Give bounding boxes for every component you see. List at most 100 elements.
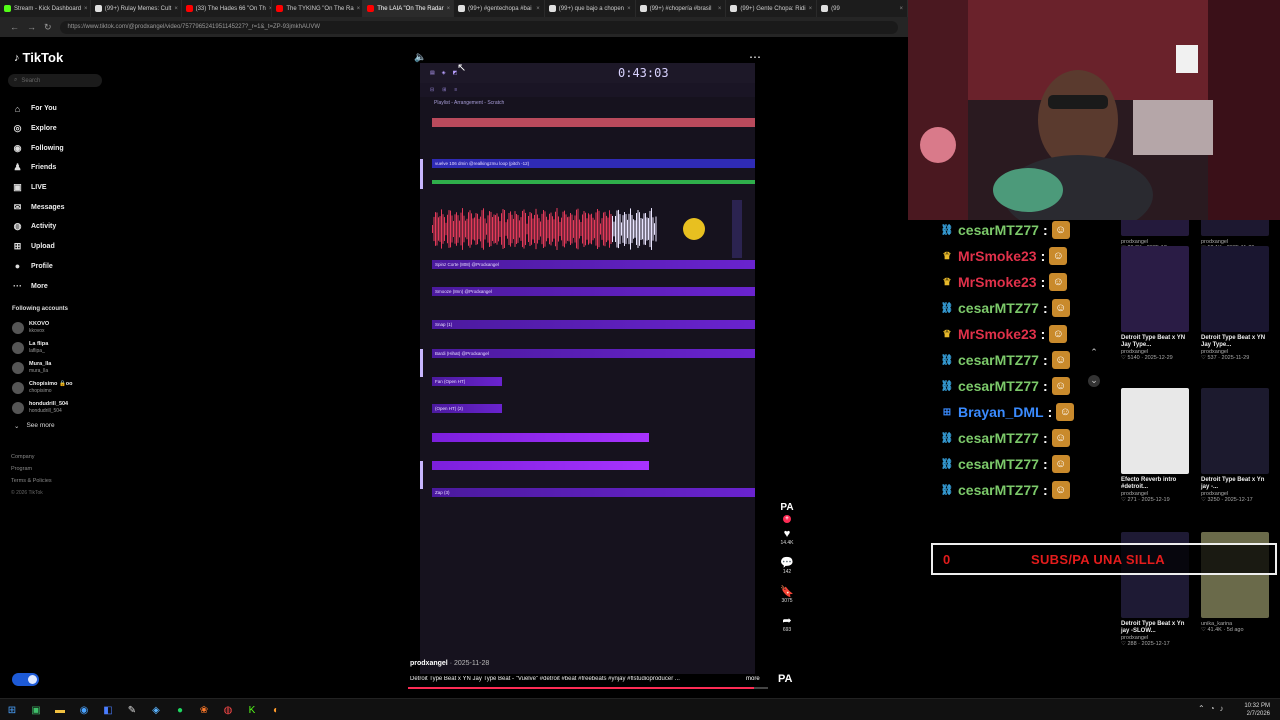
sidebar-item-friends[interactable]: ♟ Friends [12, 158, 64, 178]
following-account[interactable]: La flipa laflipa_ [12, 338, 73, 358]
tab-close-icon[interactable]: × [899, 6, 903, 12]
follow-plus-icon[interactable]: + [783, 515, 791, 523]
reload-icon[interactable]: ↻ [44, 22, 52, 33]
tab-close-icon[interactable]: × [627, 6, 631, 12]
video-thumbnail[interactable] [1201, 388, 1269, 474]
chat-username[interactable]: cesarMTZ77 [958, 300, 1039, 316]
chat-username[interactable]: Brayan_DML [958, 404, 1044, 420]
wifi-icon[interactable]: ◔ [1210, 704, 1215, 713]
windows-start-icon[interactable]: ⊞ [4, 702, 20, 718]
browser-tab[interactable]: The LAIA "On The Radar × [363, 0, 454, 17]
sidebar-item-upload[interactable]: ⊞ Upload [12, 237, 64, 257]
browser-tab[interactable]: (99+) Gente Chopa: Ridi × [726, 0, 818, 17]
video-progress-bar[interactable] [408, 687, 768, 689]
browser-tab[interactable]: The TYKING "On The Ra × [272, 0, 364, 17]
sidebar-item-profile[interactable]: ● Profile [12, 257, 64, 277]
video-thumbnail[interactable] [1121, 388, 1189, 474]
video-thumbnail[interactable] [1121, 220, 1189, 236]
creator-avatar[interactable]: PA + [777, 498, 797, 523]
tab-close-icon[interactable]: × [447, 6, 451, 12]
music-disc-avatar[interactable]: PA [778, 673, 792, 685]
video-author[interactable]: prodxangel · 2025-11-28 [410, 660, 489, 667]
video-thumbnail[interactable] [1121, 246, 1189, 332]
browser-tab[interactable]: (99 × [817, 0, 908, 17]
file-explorer-icon[interactable]: ▬ [52, 702, 68, 718]
chat-username[interactable]: MrSmoke23 [958, 248, 1037, 264]
comment-button[interactable]: 💬 142 [776, 556, 798, 575]
video-title[interactable]: Detroit Type Beat x Yn jay -SLOW... [1121, 621, 1191, 635]
see-more-button[interactable]: ⌄ See more [14, 422, 55, 430]
scroll-down-icon[interactable]: ⌄ [1088, 375, 1100, 387]
tiktok-logo[interactable]: ♪ TikTok [14, 50, 63, 65]
sidebar-item-live[interactable]: ▣ LIVE [12, 178, 64, 198]
following-account[interactable]: Chopisimo 🔒oo chopisimo [12, 378, 73, 398]
recommended-video[interactable]: Detroit Type Beat x YN Jay Type... prodxa… [1121, 246, 1191, 361]
app-icon[interactable]: ◧ [100, 702, 116, 718]
theme-toggle[interactable] [12, 673, 39, 686]
steam-icon[interactable]: ◈ [148, 702, 164, 718]
browser-tab[interactable]: (33) The Hades 66 "On Th × [182, 0, 273, 17]
tray-chevron-icon[interactable]: ⌃ [1198, 704, 1205, 713]
video-thumbnail[interactable] [1201, 246, 1269, 332]
obs-icon[interactable]: ◍ [220, 702, 236, 718]
tab-close-icon[interactable]: × [809, 6, 813, 12]
caption-more-link[interactable]: more [746, 676, 760, 682]
share-button[interactable]: ➦ 693 [776, 614, 798, 633]
search-input[interactable]: ⌕ Search [8, 74, 102, 87]
chat-username[interactable]: MrSmoke23 [958, 274, 1037, 290]
clock[interactable]: 10:32 PM 2/7/2026 [1244, 702, 1270, 718]
browser-tab[interactable]: (99+) que bajo a chopen × [545, 0, 636, 17]
video-title[interactable]: Efecto Reverb intro #detroit... [1121, 477, 1191, 491]
fl-studio-icon[interactable]: ❀ [196, 702, 212, 718]
recommended-video[interactable]: Detroit Type Beat x Yn jay -... prodxange… [1201, 388, 1271, 503]
video-title[interactable]: Detroit Type Beat x Yn jay -... [1201, 477, 1271, 491]
forward-icon[interactable]: → [27, 22, 36, 32]
browser-tab[interactable]: (99+) #gentechopa #bai × [454, 0, 545, 17]
footer-link-program[interactable]: Program [11, 463, 52, 475]
tab-close-icon[interactable]: × [718, 6, 722, 12]
following-account[interactable]: KKOVO kkovox [12, 318, 73, 338]
terminal-app-icon[interactable]: ▣ [28, 702, 44, 718]
video-title[interactable]: Detroit Type Beat x YN Jay Type... [1201, 335, 1271, 349]
chat-username[interactable]: cesarMTZ77 [958, 378, 1039, 394]
recommended-video[interactable]: Efecto Reverb intro #detroit... prodxange… [1121, 388, 1191, 503]
following-account[interactable]: hondudrill_504 hondudrill_504 [12, 398, 73, 418]
tab-close-icon[interactable]: × [174, 6, 178, 12]
volume-icon[interactable]: 🔈 [414, 52, 426, 63]
chat-username[interactable]: MrSmoke23 [958, 326, 1037, 342]
footer-link-company[interactable]: Company [11, 451, 52, 463]
sidebar-item-more[interactable]: ··· More [12, 276, 64, 296]
sidebar-item-for-you[interactable]: ⌂ For You [12, 99, 64, 119]
chat-username[interactable]: cesarMTZ77 [958, 456, 1039, 472]
video-thumbnail[interactable] [1201, 220, 1269, 236]
back-icon[interactable]: ← [10, 22, 19, 32]
tab-close-icon[interactable]: × [536, 6, 540, 12]
like-button[interactable]: ♥ 14.4K [776, 528, 798, 546]
tab-close-icon[interactable]: × [84, 6, 88, 12]
recommended-video[interactable]: Detroit Type Beat x YN Jay Type... prodxa… [1201, 246, 1271, 361]
app-icon-orange[interactable]: ◐ [268, 702, 284, 718]
save-button[interactable]: 🔖 3075 [776, 585, 798, 604]
pen-tool-icon[interactable]: ✎ [124, 702, 140, 718]
chat-username[interactable]: cesarMTZ77 [958, 352, 1039, 368]
more-options-icon[interactable]: ⋯ [749, 50, 761, 64]
following-account[interactable]: Mura_lla mura_lla [12, 358, 73, 378]
browser-tab[interactable]: (99+) #chopería #brasil × [636, 0, 727, 17]
browser-tab[interactable]: Stream - Kick Dashboard × [0, 0, 91, 17]
footer-link-terms[interactable]: Terms & Policies [11, 475, 52, 487]
kick-icon[interactable]: K [244, 702, 260, 718]
chat-username[interactable]: cesarMTZ77 [958, 482, 1039, 498]
chat-username[interactable]: cesarMTZ77 [958, 222, 1039, 238]
speaker-icon[interactable]: ♪ [1220, 704, 1224, 713]
scroll-up-icon[interactable]: ⌃ [1088, 347, 1100, 359]
sidebar-item-explore[interactable]: ◎ Explore [12, 119, 64, 139]
tab-close-icon[interactable]: × [357, 6, 361, 12]
sidebar-item-messages[interactable]: ✉ Messages [12, 197, 65, 217]
sidebar-item-following[interactable]: ◉ Following [12, 138, 64, 158]
video-player[interactable]: ▤ ◈ ◩ 0:43:03 ⊟ ⊞ ≡ Playlist - Arrangeme… [420, 63, 755, 674]
chrome-icon[interactable]: ◉ [76, 702, 92, 718]
author-name[interactable]: prodxangel [410, 660, 448, 667]
spotify-icon[interactable]: ● [172, 702, 188, 718]
browser-tab[interactable]: (99+) Rulay Memes: Cult × [91, 0, 182, 17]
chat-username[interactable]: cesarMTZ77 [958, 430, 1039, 446]
